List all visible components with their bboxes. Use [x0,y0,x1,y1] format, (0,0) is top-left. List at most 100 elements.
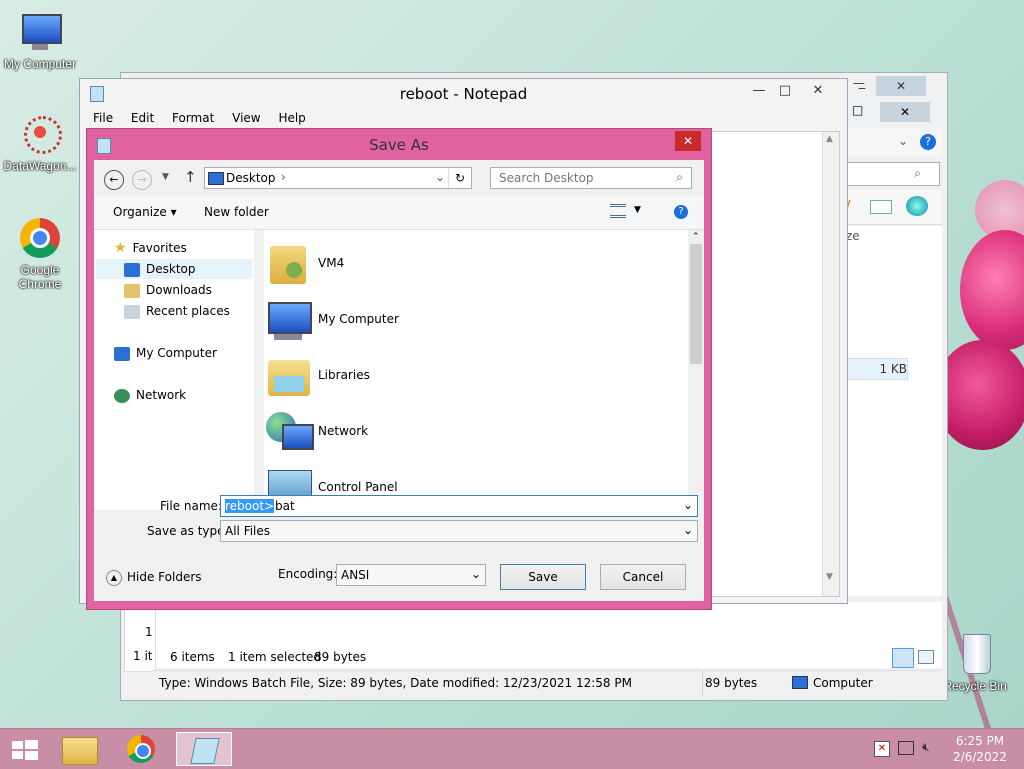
nav-recent-places[interactable]: Recent places [124,301,230,321]
notepad-title: reboot - Notepad [399,85,528,103]
status-item-count: 6 items [170,650,215,664]
file-item-vm4[interactable]: VM4 [264,240,664,290]
help-icon[interactable]: ? [920,134,936,150]
start-button[interactable] [0,732,48,766]
nav-desktop[interactable]: Desktop [96,259,252,279]
file-name-input[interactable]: reboot> bat ⌄ [220,495,698,517]
file-item-libraries[interactable]: Libraries [264,352,664,402]
refresh-icon[interactable]: ↻ [448,168,471,188]
dialog-body: ← → ▼ ↑ Desktop › ⌄ ↻ Search Desktop ⌕ O… [94,160,704,601]
folder-icon [62,737,98,765]
explorer-search-box[interactable]: ⌕ [846,162,940,186]
cancel-button[interactable]: Cancel [600,564,686,590]
view-options-icon[interactable] [610,204,626,218]
details-location: Computer [813,676,873,690]
network-icon [114,388,130,403]
forward-arrow-icon[interactable]: → [132,170,152,190]
chevron-up-icon[interactable]: ▲ [826,134,833,144]
row-number: 1 [145,625,153,639]
large-icons-view-icon[interactable] [918,650,934,664]
breadcrumb-chevron-icon[interactable]: › [281,170,286,184]
taskbar-file-explorer[interactable] [52,732,108,766]
save-type-value: All Files [225,524,271,538]
cancel-button-label: Cancel [622,570,664,584]
scrollbar-thumb[interactable] [690,244,702,364]
menu-format[interactable]: Format [172,111,214,125]
volume-muted-icon[interactable]: 🔇︎ [922,740,930,755]
file-label: Network [318,424,369,438]
file-size-cell[interactable]: 1 KB [846,358,908,380]
file-list-scrollbar[interactable]: ⌃ ⌄ [688,230,704,510]
search-placeholder: Search Desktop [499,171,594,185]
nav-network[interactable]: Network [114,385,186,405]
explorer-back-caption: — ✕ [846,76,942,96]
nav-label: Recent places [146,304,230,318]
chevron-down-icon[interactable]: ▼ [634,205,641,215]
chevron-down-icon[interactable]: ⌄ [683,523,693,537]
save-button[interactable]: Save [500,564,586,590]
taskbar-clock[interactable]: 6:25 PM 2/6/2022 [944,733,1016,765]
preview-pane-icon[interactable] [870,200,892,214]
chevron-down-icon[interactable]: ▼ [826,572,833,582]
chevron-down-icon[interactable]: ⌄ [435,170,445,184]
nav-my-computer[interactable]: My Computer [114,343,217,363]
search-input[interactable]: Search Desktop ⌕ [490,167,692,189]
explorer-toolbar-right: / [846,190,942,225]
close-icon[interactable]: ✕ [876,76,926,96]
nav-favorites[interactable]: ★ Favorites [114,238,187,258]
chevron-down-icon[interactable]: ⌄ [898,134,908,148]
help-icon[interactable]: ? [674,205,688,219]
hide-folders-button[interactable]: Hide Folders [127,570,202,584]
menu-view[interactable]: View [232,111,260,125]
encoding-select[interactable]: ANSI ⌄ [336,564,486,586]
column-header-size[interactable]: ze [846,229,860,243]
recent-places-icon [124,304,140,319]
taskbar-notepad[interactable] [176,732,232,766]
network-tray-icon[interactable] [898,741,914,755]
details-view-icon[interactable] [892,648,914,668]
menu-edit[interactable]: Edit [131,111,154,125]
action-center-icon[interactable]: ✕ [874,741,890,757]
details-text: Type: Windows Batch File, Size: 89 bytes… [159,676,632,690]
nav-label: My Computer [136,346,217,360]
nav-downloads[interactable]: Downloads [124,280,212,300]
chevron-down-icon[interactable]: ⌄ [683,498,693,512]
downloads-folder-icon [124,283,140,298]
desktop-icon-my-computer[interactable]: My Computer [0,10,80,71]
file-item-my-computer[interactable]: My Computer [264,296,664,346]
taskbar: ✕ 🔇︎ 6:25 PM 2/6/2022 [0,728,1024,769]
notepad-scrollbar[interactable]: ▲ ▼ [822,132,839,596]
address-bar[interactable]: Desktop › ⌄ ↻ [204,167,472,189]
recent-dropdown-icon[interactable]: ▼ [162,172,169,182]
file-item-network[interactable]: Network [264,408,664,458]
back-arrow-icon[interactable]: ← [104,170,124,190]
restore-icon[interactable]: □ [852,103,863,117]
minimize-icon[interactable]: — [846,76,872,90]
desktop-icon-label: DataWagon... [3,159,77,173]
desktop-icon-datawagon[interactable]: DataWagon... [0,112,80,173]
close-icon[interactable]: ✕ [880,102,930,122]
collapse-icon[interactable]: ▲ [106,570,122,586]
desktop-icon-google-chrome[interactable]: Google Chrome [0,216,80,291]
close-icon[interactable]: ✕ [675,131,701,151]
taskbar-chrome[interactable] [114,732,170,766]
close-button[interactable]: ✕ [796,81,840,101]
menu-help[interactable]: Help [278,111,305,125]
organize-button[interactable]: Organize ▾ [113,205,177,219]
wallpaper-flower [935,340,1024,450]
menu-file[interactable]: File [93,111,113,125]
divider [702,671,703,695]
dialog-toolbar: Organize ▾ New folder ▼ ? [94,197,704,230]
notepad-titlebar[interactable]: reboot - Notepad — □ ✕ [80,79,847,109]
encoding-label: Encoding: [278,567,338,581]
desktop-icon-label: Recycle Bin [943,679,1007,693]
save-type-select[interactable]: All Files ⌄ [220,520,698,542]
computer-icon [114,346,130,361]
chevron-down-icon[interactable]: ⌄ [471,567,481,581]
sharing-icon[interactable] [906,196,928,216]
chevron-up-icon[interactable]: ⌃ [692,232,700,242]
new-folder-button[interactable]: New folder [204,205,269,219]
save-as-dialog: Save As ✕ ← → ▼ ↑ Desktop › ⌄ ↻ Search D… [86,128,712,610]
file-name-selection: reboot> [225,499,275,513]
up-arrow-icon[interactable]: ↑ [184,168,197,186]
